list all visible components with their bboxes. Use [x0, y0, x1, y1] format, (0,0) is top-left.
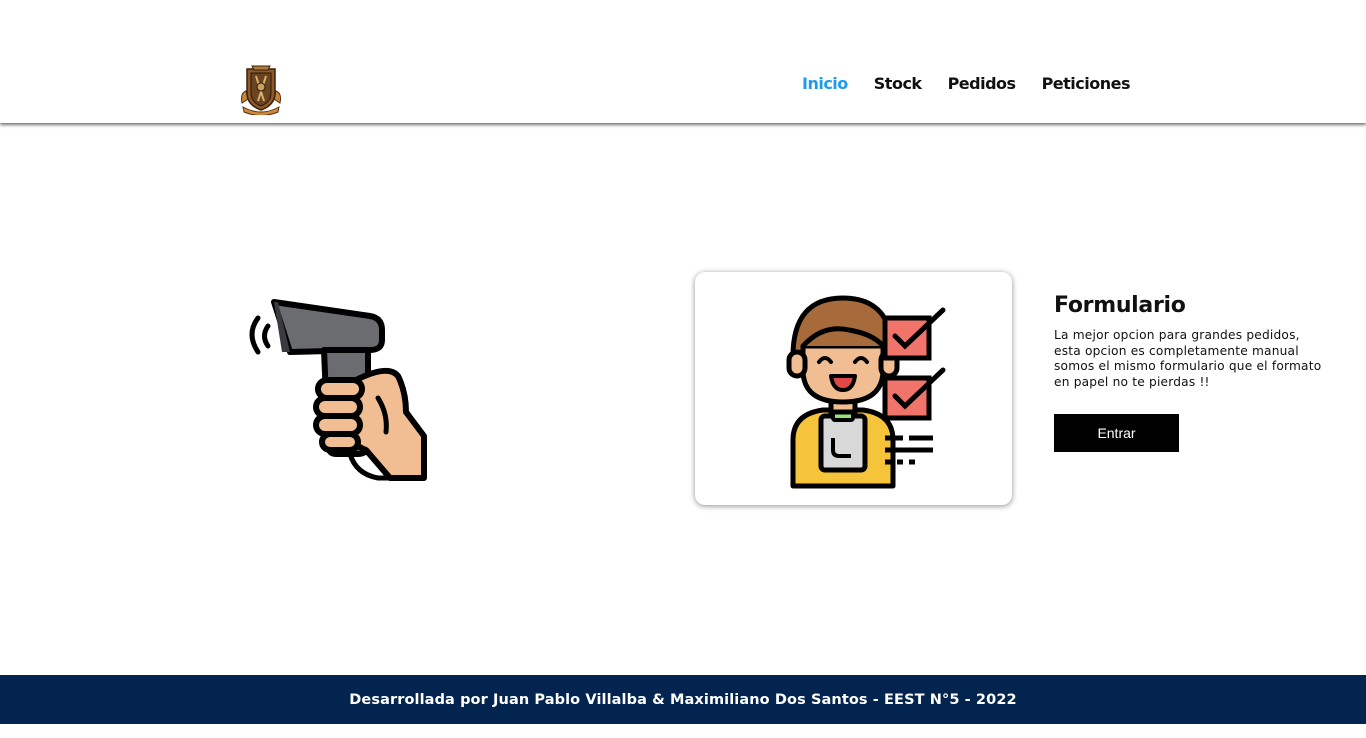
formulario-card[interactable]	[695, 272, 1012, 505]
nav-item-peticiones[interactable]: Peticiones	[1042, 74, 1131, 94]
nav-item-stock[interactable]: Stock	[874, 74, 922, 94]
nav-item-inicio[interactable]: Inicio	[802, 74, 848, 94]
school-crest-logo-icon[interactable]	[238, 63, 284, 115]
person-checklist-illustration-icon	[786, 295, 946, 489]
nav-item-pedidos[interactable]: Pedidos	[948, 74, 1016, 94]
main-nav: Inicio Stock Pedidos Peticiones	[802, 74, 1131, 94]
section-description: La mejor opcion para grandes pedidos, es…	[1054, 328, 1322, 389]
page-footer: Desarrollada por Juan Pablo Villalba & M…	[0, 675, 1366, 724]
barcode-scanner-hand-icon	[238, 294, 434, 486]
footer-credits: Desarrollada por Juan Pablo Villalba & M…	[349, 691, 1017, 708]
formulario-info: Formulario La mejor opcion para grandes …	[1054, 292, 1344, 452]
top-header: Inicio Stock Pedidos Peticiones	[0, 0, 1366, 123]
entrar-button[interactable]: Entrar	[1054, 414, 1179, 452]
section-title: Formulario	[1054, 293, 1186, 318]
